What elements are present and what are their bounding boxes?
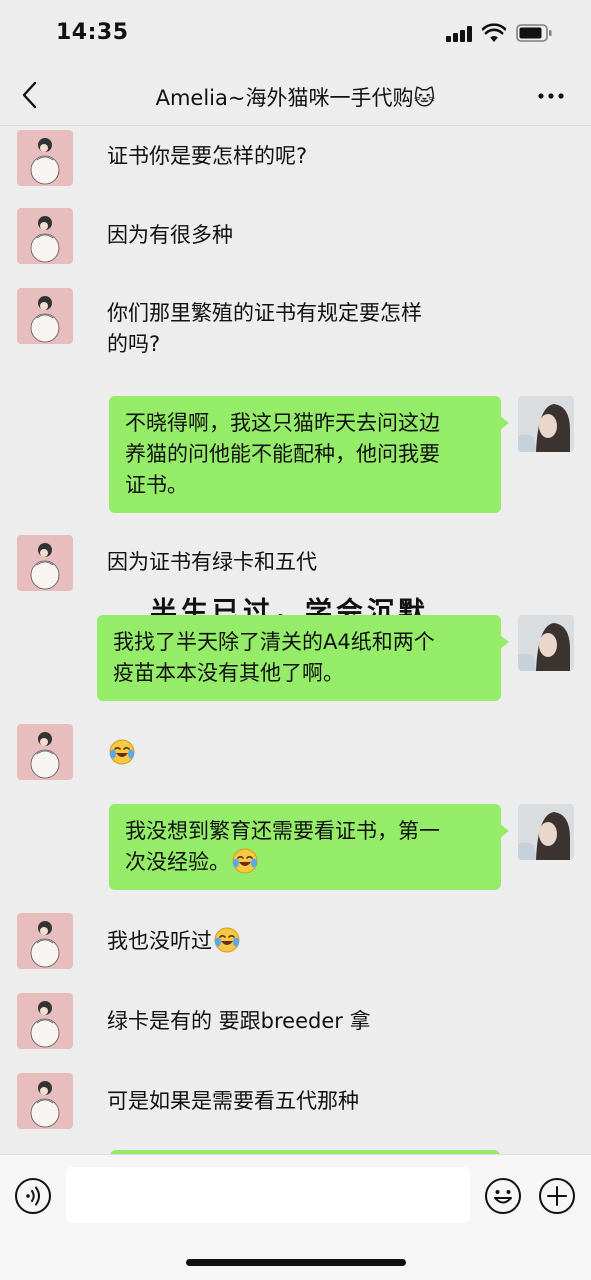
- contact-avatar[interactable]: [17, 1073, 73, 1129]
- input-bar: [0, 1154, 591, 1280]
- contact-avatar[interactable]: [17, 724, 73, 780]
- plus-circle-icon[interactable]: [538, 1177, 576, 1215]
- message-text: 我也没听过: [107, 926, 240, 957]
- face-with-tears-of-joy-icon: [232, 848, 258, 874]
- user-avatar[interactable]: [518, 615, 574, 671]
- contact-avatar-image: [17, 535, 73, 591]
- message-line: 我没想到繁育还需要看证书，第一: [125, 819, 440, 843]
- user-avatar-image: [518, 396, 574, 452]
- message-list: 证书你是要怎样的呢? 因为有很多种 你们那里繁殖的证书有规定要怎样 的吗? 不晓…: [0, 126, 591, 1154]
- message-line: 因为有很多种: [107, 223, 233, 247]
- chat-screen: 14:35 Amelia~海外猫咪一手代购🐱 证书你是要怎样的呢? 因为有很多种…: [0, 0, 591, 1280]
- message-line: 因为证书有绿卡和五代: [107, 550, 317, 574]
- message-line: 不晓得啊，我这只猫昨天去问这边: [125, 411, 440, 435]
- chat-title: Amelia~海外猫咪一手代购🐱: [155, 86, 436, 110]
- message-text: 可是如果是需要看五代那种: [107, 1086, 359, 1117]
- message-line: 绿卡是有的 要跟breeder 拿: [107, 1009, 371, 1033]
- message-line: 证书。: [125, 473, 188, 497]
- outgoing-message-bubble[interactable]: 我没想到繁育还需要看证书，第一 次没经验。: [109, 804, 509, 890]
- more-dots-icon[interactable]: [536, 84, 566, 108]
- contact-avatar[interactable]: [17, 130, 73, 186]
- voice-icon[interactable]: [14, 1177, 52, 1215]
- message-line: 可是如果是需要看五代那种: [107, 1089, 359, 1113]
- user-avatar[interactable]: [518, 804, 574, 860]
- contact-avatar-image: [17, 724, 73, 780]
- user-avatar-image: [518, 615, 574, 671]
- user-avatar[interactable]: [518, 396, 574, 452]
- contact-avatar-image: [17, 288, 73, 344]
- message-text: 你们那里繁殖的证书有规定要怎样 的吗?: [107, 298, 422, 360]
- message-line: 我找了半天除了清关的A4纸和两个: [113, 630, 435, 654]
- nav-bar: Amelia~海外猫咪一手代购🐱: [0, 66, 591, 126]
- chevron-left-icon[interactable]: [18, 80, 42, 110]
- overlay-caption: 半生已过，学会沉默: [150, 597, 429, 616]
- message-line: 疫苗本本没有其他了啊。: [113, 661, 344, 685]
- contact-avatar[interactable]: [17, 208, 73, 264]
- message-line: 的吗?: [107, 332, 161, 356]
- face-with-tears-of-joy-icon: [109, 739, 135, 765]
- home-indicator: [186, 1259, 406, 1266]
- contact-avatar-image: [17, 208, 73, 264]
- outgoing-message-bubble[interactable]: 不晓得啊，我这只猫昨天去问这边 养猫的问他能不能配种，他问我要 证书。: [109, 396, 509, 513]
- contact-avatar-image: [17, 1073, 73, 1129]
- message-text: 因为有很多种: [107, 220, 233, 251]
- message-line: 我也没听过: [107, 929, 212, 953]
- contact-avatar[interactable]: [17, 535, 73, 591]
- contact-avatar[interactable]: [17, 288, 73, 344]
- cellular-signal-icon: [446, 26, 472, 42]
- contact-avatar[interactable]: [17, 993, 73, 1049]
- message-line: 次没经验。: [125, 847, 485, 878]
- status-time: 14:35: [56, 20, 129, 45]
- message-text: 绿卡是有的 要跟breeder 拿: [107, 1006, 371, 1037]
- message-text: 证书你是要怎样的呢?: [107, 141, 307, 172]
- message-line: 你们那里繁殖的证书有规定要怎样: [107, 301, 422, 325]
- message-line: 证书你是要怎样的呢?: [107, 144, 308, 168]
- message-text: [107, 738, 135, 769]
- contact-avatar[interactable]: [17, 913, 73, 969]
- outgoing-message-bubble[interactable]: 我找了半天除了清关的A4纸和两个 疫苗本本没有其他了啊。: [97, 615, 509, 701]
- message-line-text: 次没经验。: [125, 850, 230, 874]
- status-bar: 14:35: [0, 0, 591, 66]
- emoji-icon[interactable]: [484, 1177, 522, 1215]
- message-line: 养猫的问他能不能配种，他问我要: [125, 442, 440, 466]
- contact-avatar-image: [17, 913, 73, 969]
- face-with-tears-of-joy-icon: [214, 927, 240, 953]
- message-text: 因为证书有绿卡和五代: [107, 547, 317, 578]
- contact-avatar-image: [17, 993, 73, 1049]
- user-avatar-image: [518, 804, 574, 860]
- wifi-icon: [482, 23, 506, 42]
- contact-avatar-image: [17, 130, 73, 186]
- message-input[interactable]: [66, 1167, 470, 1223]
- battery-icon: [516, 24, 552, 42]
